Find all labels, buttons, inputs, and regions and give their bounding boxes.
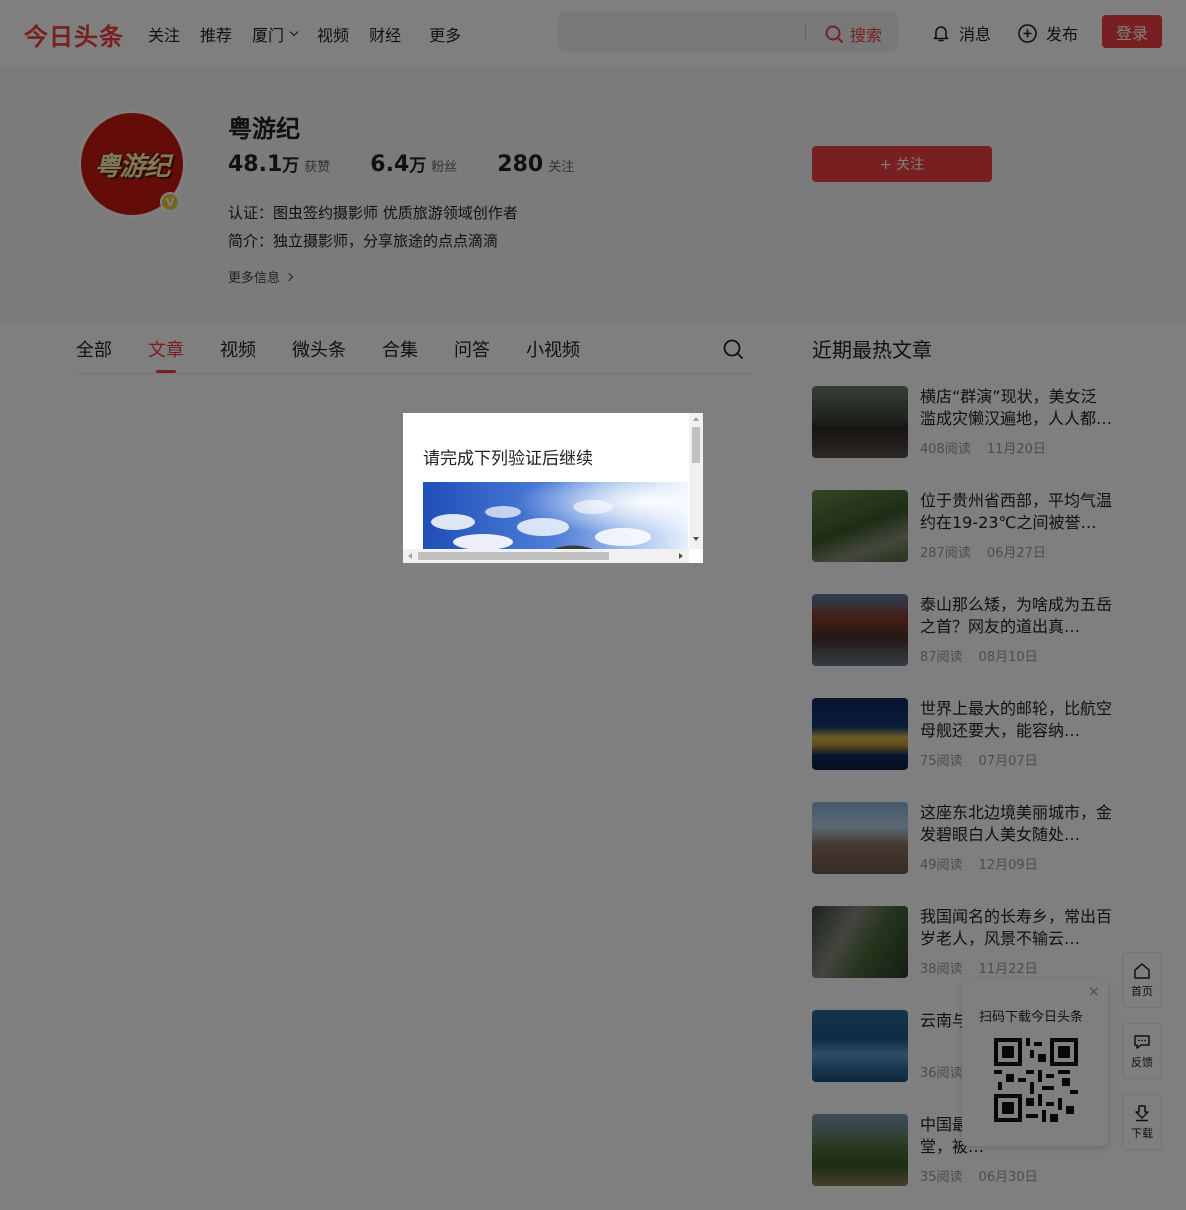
scroll-up-arrow-icon[interactable]: [693, 417, 699, 421]
scroll-right-arrow-icon[interactable]: [679, 553, 683, 559]
scroll-left-arrow-icon[interactable]: [408, 553, 412, 559]
vertical-scrollbar[interactable]: [689, 413, 703, 549]
vertical-scroll-thumb[interactable]: [692, 427, 700, 463]
horizontal-scrollbar[interactable]: [403, 549, 689, 563]
scroll-down-arrow-icon[interactable]: [693, 537, 699, 541]
verification-modal: 请完成下列验证后继续: [403, 413, 703, 563]
modal-overlay[interactable]: [0, 0, 1186, 1210]
horizontal-scroll-thumb[interactable]: [418, 552, 609, 560]
modal-title: 请完成下列验证后继续: [423, 449, 593, 469]
captcha-image[interactable]: [423, 482, 688, 549]
captcha-sky-image: [423, 482, 688, 549]
